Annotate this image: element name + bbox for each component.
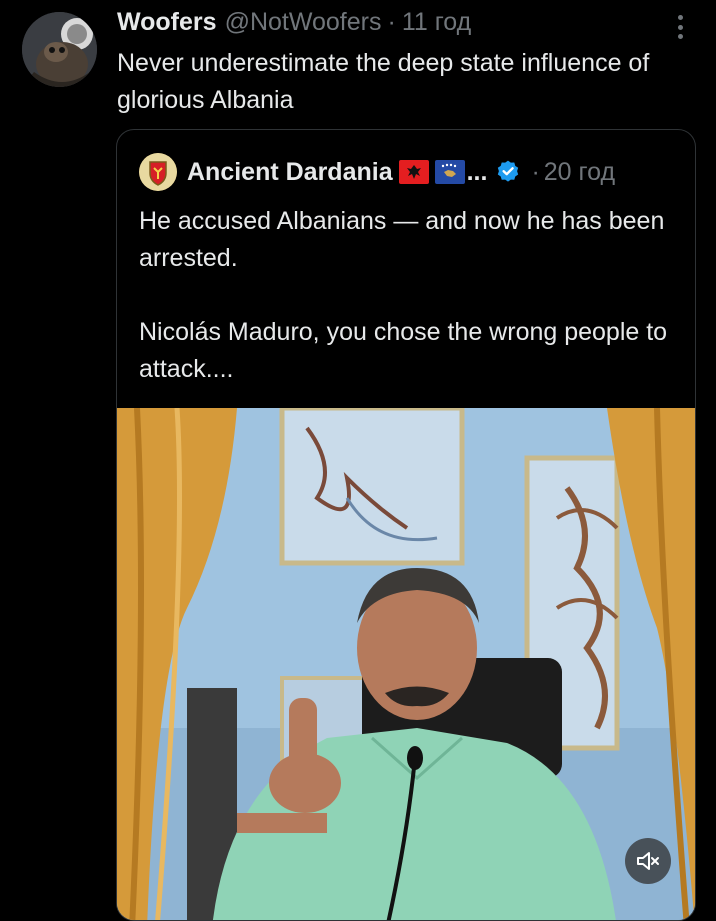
quoted-text-paragraph: Nicolás Maduro, you chose the wrong peop… (139, 318, 668, 383)
header-separator: · (387, 8, 396, 36)
tweet[interactable]: Woofers @NotWoofers · 11 год Never under… (0, 0, 716, 921)
quoted-header-separator: · (531, 157, 540, 186)
author-handle[interactable]: @NotWoofers (225, 8, 382, 37)
quoted-text-paragraph: He accused Albanians — and now he has be… (139, 207, 665, 272)
author-name[interactable]: Woofers (117, 8, 217, 37)
video-player[interactable] (117, 408, 695, 920)
more-options-icon[interactable] (668, 12, 692, 42)
kosovo-flag-icon (434, 160, 465, 184)
quoted-author-name[interactable]: Ancient Dardania (187, 158, 393, 187)
name-truncation: ... (466, 157, 488, 186)
more-dot (677, 34, 683, 39)
quoted-tweet-text: He accused Albanians — and now he has be… (139, 203, 679, 388)
tweet-header: Woofers @NotWoofers · 11 год (117, 8, 471, 40)
shield-emblem-icon (139, 153, 177, 191)
quoted-author-avatar[interactable] (139, 153, 177, 191)
tweet-text: Never underestimate the deep state influ… (117, 49, 650, 114)
quoted-tweet-timestamp[interactable]: 20 год (544, 158, 615, 187)
avatar-image (22, 12, 97, 87)
quoted-tweet-header: Ancient Dardania ... · 20 год (139, 152, 615, 192)
more-dot (677, 15, 683, 20)
more-dot (677, 24, 683, 30)
video-frame (117, 408, 695, 920)
albania-flag-icon (398, 160, 429, 184)
author-avatar[interactable] (22, 12, 97, 87)
volume-muted-icon[interactable] (625, 838, 671, 884)
verified-badge-icon (498, 160, 519, 182)
tweet-timestamp[interactable]: 11 год (402, 8, 471, 37)
quoted-tweet[interactable]: Ancient Dardania ... · 20 год He accused… (116, 129, 696, 921)
